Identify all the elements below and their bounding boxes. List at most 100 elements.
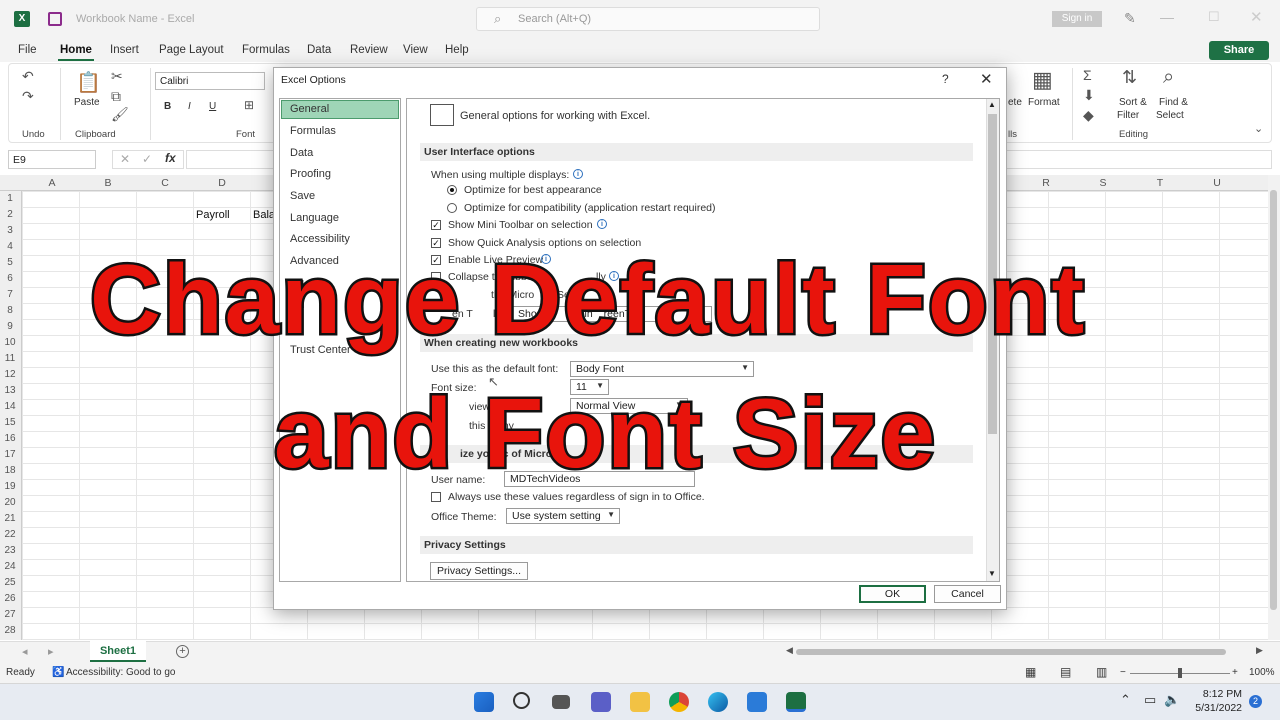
row-header[interactable]: 3 xyxy=(0,225,20,236)
dialog-close-icon[interactable]: ✕ xyxy=(980,70,993,88)
name-box[interactable]: E9 xyxy=(8,150,96,169)
row-header[interactable]: 2 xyxy=(0,209,20,220)
clock-time[interactable]: 8:12 PM xyxy=(1196,688,1242,700)
cell-balance-partial[interactable]: Bala xyxy=(253,209,275,221)
row-header[interactable]: 6 xyxy=(0,273,20,284)
row-header[interactable]: 25 xyxy=(0,577,20,588)
page-break-view-icon[interactable]: ▥ xyxy=(1096,665,1107,679)
cut-icon[interactable]: ✂ xyxy=(111,68,123,85)
sign-in-button[interactable]: Sign in xyxy=(1052,11,1102,27)
close-window-icon[interactable]: ✕ xyxy=(1250,8,1263,26)
row-header[interactable]: 23 xyxy=(0,545,20,556)
column-header[interactable]: D xyxy=(210,177,234,189)
row-header[interactable]: 16 xyxy=(0,433,20,444)
chrome-icon[interactable] xyxy=(669,692,689,712)
clear-icon[interactable]: ◆ xyxy=(1083,107,1094,124)
radio-best-appearance[interactable] xyxy=(447,185,457,195)
font-name-dropdown[interactable]: Calibri xyxy=(155,72,265,90)
volume-icon[interactable]: 🔈 xyxy=(1164,692,1180,708)
row-header[interactable]: 28 xyxy=(0,625,20,636)
next-sheet-icon[interactable]: ▸ xyxy=(48,645,54,658)
format-cells-icon[interactable]: ▦ xyxy=(1032,67,1053,93)
tab-file[interactable]: File xyxy=(18,44,37,56)
column-header[interactable]: A xyxy=(40,177,64,189)
normal-view-icon[interactable]: ▦ xyxy=(1025,665,1036,679)
italic-button[interactable]: I xyxy=(188,101,191,112)
tab-insert[interactable]: Insert xyxy=(110,44,139,56)
confirm-formula-icon[interactable]: ✓ xyxy=(142,152,152,166)
row-header[interactable]: 11 xyxy=(0,353,20,364)
row-header[interactable]: 4 xyxy=(0,241,20,252)
zoom-level[interactable]: 100% xyxy=(1249,667,1275,678)
format-painter-icon[interactable]: 🖌 xyxy=(111,106,129,123)
tab-review[interactable]: Review xyxy=(350,44,388,56)
excel-taskbar-icon[interactable] xyxy=(786,692,806,712)
add-sheet-icon[interactable]: + xyxy=(176,645,189,658)
nav-save[interactable]: Save xyxy=(290,190,315,202)
row-header[interactable]: 5 xyxy=(0,257,20,268)
fill-icon[interactable]: ⬇ xyxy=(1083,87,1095,104)
nav-language[interactable]: Language xyxy=(290,212,339,224)
prev-sheet-icon[interactable]: ◂ xyxy=(22,645,28,658)
column-header[interactable]: S xyxy=(1091,177,1115,189)
cell-payroll[interactable]: Payroll xyxy=(196,209,230,221)
tab-help[interactable]: Help xyxy=(445,44,469,56)
share-button[interactable]: Share xyxy=(1209,41,1269,60)
row-header[interactable]: 26 xyxy=(0,593,20,604)
cancel-button[interactable]: Cancel xyxy=(934,585,1001,603)
horizontal-scroll-thumb[interactable] xyxy=(796,649,1226,655)
nav-proofing[interactable]: Proofing xyxy=(290,168,331,180)
row-header[interactable]: 27 xyxy=(0,609,20,620)
tab-home[interactable]: Home xyxy=(60,44,92,56)
page-layout-view-icon[interactable]: ▤ xyxy=(1060,665,1071,679)
row-header[interactable]: 21 xyxy=(0,513,20,524)
row-header[interactable]: 12 xyxy=(0,369,20,380)
default-font-dropdown[interactable]: Body Font ▼ xyxy=(570,361,754,377)
scroll-down-icon[interactable]: ▼ xyxy=(988,569,996,578)
undo-icon[interactable]: ↶ xyxy=(22,68,34,85)
nav-data[interactable]: Data xyxy=(290,147,313,159)
nav-formulas[interactable]: Formulas xyxy=(290,125,336,137)
tray-chevron-icon[interactable]: ⌃ xyxy=(1120,692,1131,708)
column-header[interactable]: T xyxy=(1148,177,1172,189)
row-header[interactable]: 14 xyxy=(0,401,20,412)
row-header[interactable]: 15 xyxy=(0,417,20,428)
checkbox-always-use[interactable] xyxy=(431,492,441,502)
sheet-tab[interactable]: Sheet1 xyxy=(90,641,146,662)
store-icon[interactable] xyxy=(747,692,767,712)
collapse-ribbon-icon[interactable]: ⌄ xyxy=(1254,122,1263,135)
tab-formulas[interactable]: Formulas xyxy=(242,44,290,56)
nav-general[interactable]: General xyxy=(290,103,329,115)
row-header[interactable]: 18 xyxy=(0,465,20,476)
checkbox-mini-toolbar[interactable]: ✓ xyxy=(431,220,441,230)
underline-button[interactable]: U xyxy=(209,101,216,112)
save-icon[interactable] xyxy=(48,12,62,26)
tab-view[interactable]: View xyxy=(403,44,428,56)
accessibility-icon[interactable]: ♿ xyxy=(52,667,64,678)
row-header[interactable]: 20 xyxy=(0,497,20,508)
column-header[interactable]: C xyxy=(153,177,177,189)
row-header[interactable]: 1 xyxy=(0,193,20,204)
privacy-settings-button[interactable]: Privacy Settings... xyxy=(430,562,528,580)
zoom-out-icon[interactable]: − xyxy=(1120,667,1126,678)
info-icon[interactable]: i xyxy=(597,219,607,229)
borders-icon[interactable]: ⊞ xyxy=(244,98,254,112)
zoom-in-icon[interactable]: + xyxy=(1232,667,1238,678)
vertical-scroll-thumb[interactable] xyxy=(1270,190,1277,610)
row-header[interactable]: 10 xyxy=(0,337,20,348)
accessibility-status[interactable]: Accessibility: Good to go xyxy=(66,667,176,678)
find-select-icon[interactable]: ⌕ xyxy=(1163,66,1174,89)
info-icon[interactable]: i xyxy=(573,169,583,179)
scroll-left-icon[interactable]: ◀ xyxy=(786,645,793,656)
file-explorer-icon[interactable] xyxy=(630,692,650,712)
taskbar-search-icon[interactable] xyxy=(513,692,530,709)
column-header[interactable]: U xyxy=(1205,177,1229,189)
teams-icon[interactable] xyxy=(591,692,611,712)
cancel-formula-icon[interactable]: ✕ xyxy=(120,152,130,166)
start-icon[interactable] xyxy=(474,692,494,712)
help-icon[interactable]: ? xyxy=(942,72,949,86)
zoom-slider-thumb[interactable] xyxy=(1178,668,1182,678)
sort-filter-icon[interactable]: ⇅ xyxy=(1122,67,1137,88)
tab-data[interactable]: Data xyxy=(307,44,331,56)
row-header[interactable]: 22 xyxy=(0,529,20,540)
